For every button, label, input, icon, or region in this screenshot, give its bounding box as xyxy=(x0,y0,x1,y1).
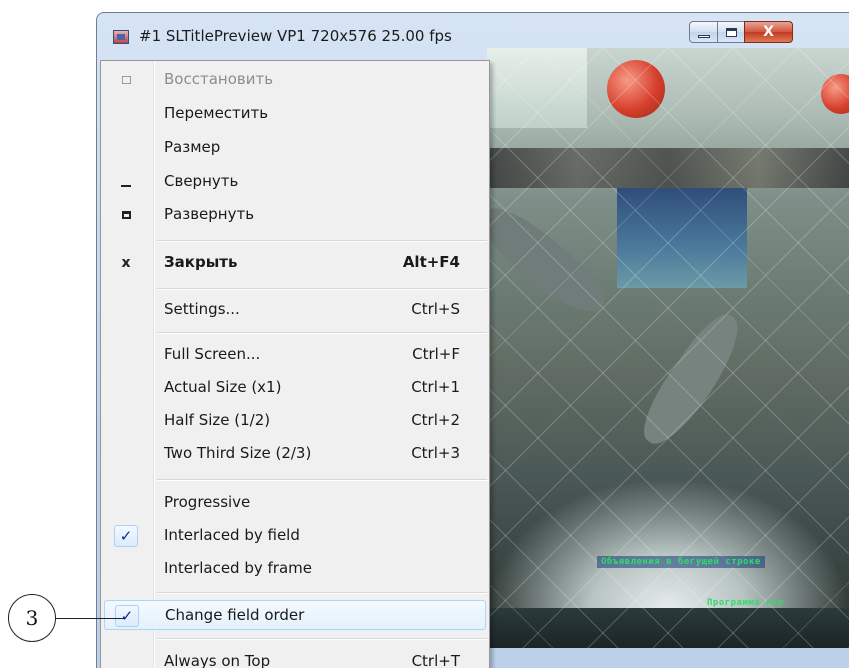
video-preview: Объявления в бегущей строке Программа иг… xyxy=(487,48,849,648)
menu-item-shortcut: Ctrl+F xyxy=(412,345,460,363)
menu-separator xyxy=(157,638,487,640)
restore-icon xyxy=(114,69,138,91)
maximize-icon xyxy=(114,204,138,226)
menu-item-label: Full Screen... xyxy=(164,345,261,363)
callout-number: 3 xyxy=(25,606,39,630)
menu-item-label: Свернуть xyxy=(164,172,239,190)
menu-item-label: Two Third Size (2/3) xyxy=(164,444,312,462)
menu-item-label: Закрыть xyxy=(164,253,238,271)
close-icon: x xyxy=(121,255,131,271)
menu-item-always-on-top[interactable]: Always on Top Ctrl+T xyxy=(104,647,486,668)
menu-item-size[interactable]: Размер xyxy=(104,133,486,163)
close-icon: X xyxy=(763,24,774,40)
menu-item-label: Interlaced by frame xyxy=(164,559,312,577)
menu-item-change-field-order[interactable]: ✓ Change field order xyxy=(104,600,486,630)
menu-item-two-third-size[interactable]: Two Third Size (2/3) Ctrl+3 xyxy=(104,439,486,469)
menu-item-label: Half Size (1/2) xyxy=(164,411,271,429)
minimize-icon xyxy=(697,34,710,38)
minimize-icon xyxy=(114,171,138,193)
menu-item-shortcut: Ctrl+S xyxy=(411,300,460,318)
menu-item-label: Размер xyxy=(164,138,221,156)
app-icon[interactable] xyxy=(113,30,129,44)
menu-item-label: Переместить xyxy=(164,104,269,122)
callout-marker: 3 xyxy=(8,594,56,642)
menu-item-interlaced-by-field[interactable]: ✓ Interlaced by field xyxy=(104,521,486,551)
menu-separator xyxy=(157,592,487,594)
close-button[interactable]: X xyxy=(744,21,793,43)
menu-item-interlaced-by-frame[interactable]: Interlaced by frame xyxy=(104,554,486,584)
menu-separator xyxy=(157,332,487,334)
menu-item-label: Settings... xyxy=(164,300,240,318)
menu-item-shortcut: Ctrl+2 xyxy=(411,411,460,429)
checkmark-icon: ✓ xyxy=(114,525,138,547)
menu-item-minimize[interactable]: Свернуть xyxy=(104,167,486,197)
menu-item-maximize[interactable]: Развернуть xyxy=(104,200,486,230)
maximize-icon xyxy=(725,27,737,37)
menu-item-settings[interactable]: Settings... Ctrl+S xyxy=(104,295,486,325)
menu-item-label: Actual Size (x1) xyxy=(164,378,282,396)
menu-item-close[interactable]: x Закрыть Alt+F4 xyxy=(104,248,486,278)
menu-item-label: Interlaced by field xyxy=(164,526,300,544)
menu-item-restore[interactable]: Восстановить xyxy=(104,65,486,95)
menu-item-shortcut: Ctrl+1 xyxy=(411,378,460,396)
maximize-button[interactable] xyxy=(717,21,745,43)
menu-item-label: Change field order xyxy=(165,606,305,624)
menu-separator xyxy=(157,479,487,481)
system-context-menu: Восстановить Переместить Размер Свернуть… xyxy=(100,60,490,668)
menu-item-label: Always on Top xyxy=(164,652,271,668)
menu-item-half-size[interactable]: Half Size (1/2) Ctrl+2 xyxy=(104,406,486,436)
menu-item-progressive[interactable]: Progressive xyxy=(104,488,486,518)
menu-separator xyxy=(157,240,487,242)
checkmark-icon: ✓ xyxy=(115,605,139,627)
menu-item-label: Progressive xyxy=(164,493,251,511)
callout-leader-line xyxy=(56,618,124,619)
menu-item-label: Развернуть xyxy=(164,205,255,223)
menu-item-shortcut: Alt+F4 xyxy=(402,253,460,271)
menu-item-full-screen[interactable]: Full Screen... Ctrl+F xyxy=(104,340,486,370)
menu-item-actual-size[interactable]: Actual Size (x1) Ctrl+1 xyxy=(104,373,486,403)
ticker-text: Программа игр xyxy=(707,598,784,608)
ticker-text: Объявления в бегущей строке xyxy=(597,556,765,568)
menu-separator xyxy=(157,288,487,290)
menu-item-label: Восстановить xyxy=(164,70,274,88)
window-title: #1 SLTitlePreview VP1 720x576 25.00 fps xyxy=(139,27,452,45)
menu-item-shortcut: Ctrl+T xyxy=(411,652,460,668)
minimize-button[interactable] xyxy=(689,21,718,43)
menu-item-shortcut: Ctrl+3 xyxy=(411,444,460,462)
caption-buttons: X xyxy=(689,21,849,45)
menu-item-move[interactable]: Переместить xyxy=(104,99,486,129)
